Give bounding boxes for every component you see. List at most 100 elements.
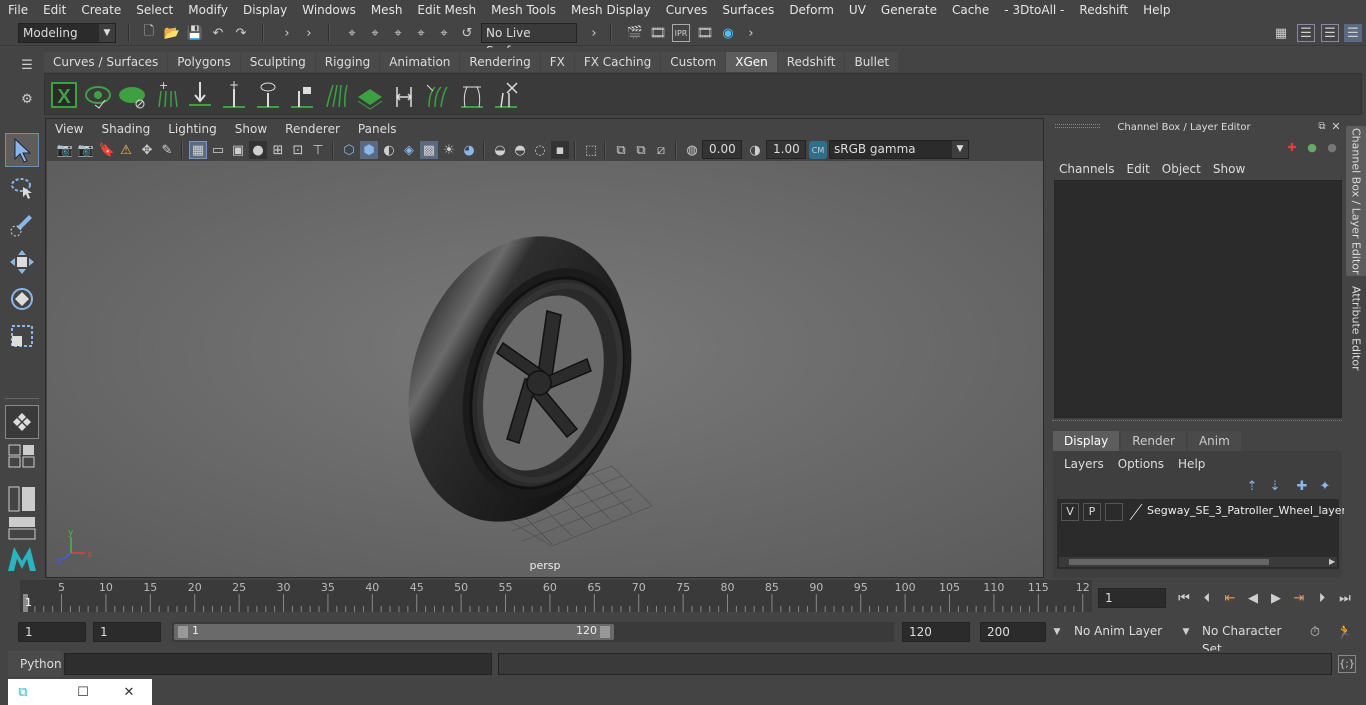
camera-icon[interactable]: 📷: [56, 141, 74, 159]
time-slider[interactable]: 5 10 15 20 25 30 35 40 45 50 55 60 65 70 75 80 85 90 95 100…: [0, 580, 1366, 618]
xray-components-icon[interactable]: ⧄: [652, 141, 670, 159]
shelf-tab-fx[interactable]: FX: [540, 52, 574, 72]
step-forward-icon[interactable]: ⏵: [1313, 589, 1331, 607]
render-settings-icon[interactable]: 🎞: [696, 24, 714, 42]
expand-icon[interactable]: ›: [278, 24, 296, 42]
shelf-tab-rigging[interactable]: Rigging: [315, 52, 380, 72]
shelf-tab-rendering[interactable]: Rendering: [460, 52, 540, 72]
select-object-icon[interactable]: ⌖: [366, 24, 384, 42]
workspace-icon[interactable]: ▦: [1272, 24, 1290, 42]
menu-curves[interactable]: Curves: [658, 3, 715, 17]
checker-icon[interactable]: ▩: [420, 141, 438, 159]
snap-grid-icon[interactable]: ⌖: [412, 24, 430, 42]
guides-to-curves-icon[interactable]: [457, 79, 487, 111]
toggle-panels-icon[interactable]: ☰: [1344, 24, 1362, 42]
layer-menu-options[interactable]: Options: [1111, 455, 1171, 473]
2d-pan-zoom-icon[interactable]: ✥: [138, 141, 156, 159]
shadows-icon[interactable]: ◕: [460, 141, 478, 159]
lights-icon[interactable]: ☀: [440, 141, 458, 159]
grid-icon[interactable]: ▦: [189, 141, 207, 159]
menu-file[interactable]: File: [0, 3, 35, 17]
new-layer-icon[interactable]: ✚: [1293, 477, 1311, 495]
add-guide-icon[interactable]: +: [219, 78, 249, 111]
wireframe-on-shaded-icon[interactable]: ◐: [380, 141, 398, 159]
expand-icon[interactable]: ›: [300, 24, 318, 42]
panel-menu-show[interactable]: Show: [226, 122, 276, 136]
shelf-tab-fx-caching[interactable]: FX Caching: [574, 52, 661, 72]
rotate-tool-icon[interactable]: [5, 282, 39, 316]
step-back-key-icon[interactable]: ⇤: [1221, 589, 1239, 607]
chevron-down-icon[interactable]: ▼: [1177, 623, 1195, 641]
shelf-tab-redshift[interactable]: Redshift: [777, 52, 845, 72]
film-gate-icon[interactable]: ▭: [209, 141, 227, 159]
wireframe-icon[interactable]: ⬡: [340, 141, 358, 159]
go-to-end-icon[interactable]: ⏭: [1336, 589, 1354, 607]
toggle-icon[interactable]: ●: [1323, 138, 1341, 156]
undo-icon[interactable]: ↶: [209, 24, 227, 42]
shelf-tab-xgen[interactable]: XGen: [726, 52, 777, 72]
panel-menu-view[interactable]: View: [46, 122, 92, 136]
auto-key-icon[interactable]: ⏱: [1306, 623, 1324, 641]
mode-dropdown[interactable]: Modeling ▼: [18, 23, 116, 43]
scene-end-field[interactable]: 200: [980, 622, 1046, 642]
select-component-icon[interactable]: ⌖: [389, 24, 407, 42]
menu-windows[interactable]: Windows: [294, 3, 363, 17]
xgen-editor-icon[interactable]: X: [49, 79, 79, 111]
channel-box-menu-edit[interactable]: Edit: [1121, 160, 1156, 178]
soft-select-icon[interactable]: [5, 405, 39, 439]
layer-visibility-toggle[interactable]: V: [1061, 503, 1079, 521]
guide-length-icon[interactable]: [389, 79, 419, 111]
gate-mask-icon[interactable]: ●: [249, 141, 267, 159]
splitter[interactable]: [1052, 420, 1342, 424]
shelf-tab-sculpting[interactable]: Sculpting: [240, 52, 315, 72]
bend-guides-icon[interactable]: [423, 79, 453, 111]
range-end-handle[interactable]: [600, 626, 610, 638]
move-tool-icon[interactable]: [5, 245, 39, 279]
shelf-tab-polygons[interactable]: Polygons: [168, 52, 240, 72]
shelf-tab-bullet[interactable]: Bullet: [845, 52, 899, 72]
image-plane-icon[interactable]: ⚠: [117, 141, 135, 159]
safe-title-icon[interactable]: ⊤: [309, 141, 327, 159]
menu-generate[interactable]: Generate: [873, 3, 944, 17]
select-tool-icon[interactable]: [5, 133, 39, 167]
lasso-tool-icon[interactable]: [5, 171, 39, 205]
layer-menu-help[interactable]: Help: [1171, 455, 1212, 473]
snap-point-icon[interactable]: ↺: [458, 24, 476, 42]
channel-box-menu-object[interactable]: Object: [1156, 160, 1207, 178]
gamma-field[interactable]: 1.00: [766, 140, 806, 159]
panel-menu-renderer[interactable]: Renderer: [276, 122, 349, 136]
layer-display-type-toggle[interactable]: [1105, 503, 1123, 521]
menu-redshift[interactable]: Redshift: [1071, 3, 1135, 17]
field-chart-icon[interactable]: ⊞: [269, 141, 287, 159]
screen-space-ao-icon[interactable]: ◒: [491, 141, 509, 159]
layout-persp-icon[interactable]: [5, 516, 39, 540]
expand-icon[interactable]: ›: [742, 24, 760, 42]
outliner-layout-icon[interactable]: [5, 482, 39, 516]
textured-icon[interactable]: ◈: [400, 141, 418, 159]
color-space-dropdown[interactable]: sRGB gamma ▼: [829, 140, 969, 159]
menu-3dtoall[interactable]: - 3DtoAll -: [996, 3, 1071, 17]
channel-list[interactable]: [1054, 180, 1342, 418]
snap-curve-icon[interactable]: ⌖: [435, 24, 453, 42]
gear-icon[interactable]: ⚙: [18, 90, 36, 108]
timeline-track[interactable]: 5 10 15 20 25 30 35 40 45 50 55 60 65 70 75 80 85 90 95 100…: [20, 580, 1092, 612]
move-layer-down-icon[interactable]: ⇣: [1266, 477, 1284, 495]
channel-box-menu-show[interactable]: Show: [1207, 160, 1251, 178]
step-back-icon[interactable]: ⏴: [1198, 589, 1216, 607]
menu-cache[interactable]: Cache: [944, 3, 996, 17]
horizontal-scrollbar[interactable]: ▶: [1059, 557, 1337, 567]
menu-edit-mesh[interactable]: Edit Mesh: [409, 3, 483, 17]
hypershade-icon[interactable]: ◉: [719, 24, 737, 42]
close-icon[interactable]: ✕: [1329, 119, 1343, 133]
menu-surfaces[interactable]: Surfaces: [714, 3, 781, 17]
layer-playback-toggle[interactable]: P: [1083, 503, 1101, 521]
groom-icon[interactable]: [355, 79, 385, 111]
menu-create[interactable]: Create: [73, 3, 128, 17]
move-layer-up-icon[interactable]: ⇡: [1243, 477, 1261, 495]
xgen-preview-icon[interactable]: [83, 79, 113, 111]
menu-display[interactable]: Display: [235, 3, 294, 17]
expand-icon[interactable]: ›: [585, 24, 603, 42]
menu-help[interactable]: Help: [1135, 3, 1177, 17]
exposure-icon[interactable]: ◍: [683, 141, 701, 159]
resolution-gate-icon[interactable]: ▣: [229, 141, 247, 159]
